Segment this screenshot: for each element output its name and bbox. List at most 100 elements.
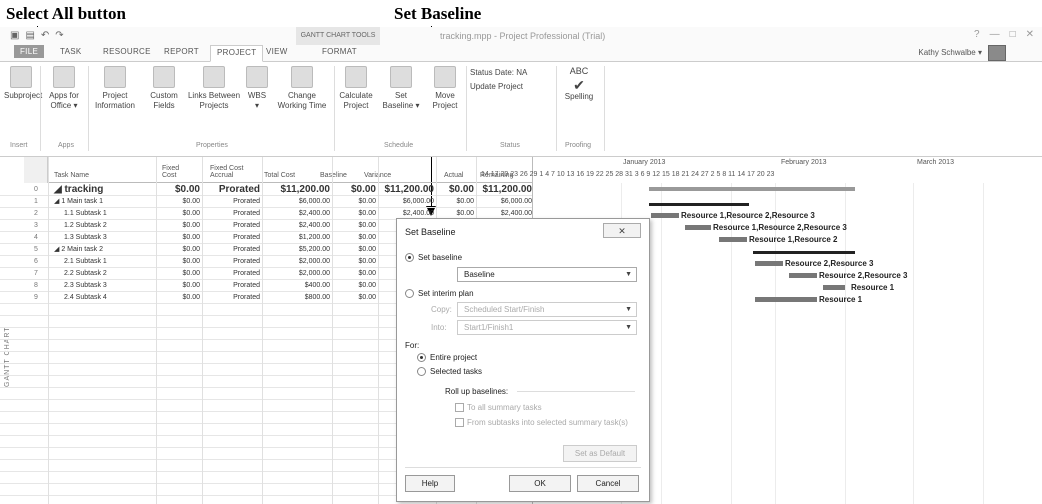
cell-accrual[interactable]: Prorated: [202, 280, 260, 292]
cell-accrual[interactable]: Prorated: [202, 208, 260, 220]
col-fixed-cost[interactable]: Fixed Cost: [162, 165, 192, 179]
custom-fields-button[interactable]: Custom Fields: [146, 66, 182, 111]
task-bar-2-3[interactable]: [823, 285, 845, 290]
col-actual[interactable]: Actual: [444, 172, 463, 179]
task-bar-1-1[interactable]: [651, 213, 679, 218]
summary-bar-main-task-1[interactable]: [649, 203, 749, 206]
restore-icon[interactable]: □: [1010, 29, 1016, 40]
entire-project-radio[interactable]: [417, 353, 426, 362]
cell-total[interactable]: $800.00: [262, 292, 330, 304]
save-icon[interactable]: ▤: [25, 30, 34, 41]
cell-fixed[interactable]: $0.00: [156, 232, 200, 244]
close-button[interactable]: ✕: [603, 223, 641, 238]
cell-name[interactable]: 2.2 Subtask 2: [54, 268, 154, 280]
cell-baseline[interactable]: $0.00: [332, 244, 376, 256]
cell-fixed[interactable]: $0.00: [156, 196, 200, 208]
cell-baseline[interactable]: $0.00: [332, 280, 376, 292]
cell-total[interactable]: $1,200.00: [262, 232, 330, 244]
col-baseline[interactable]: Baseline: [320, 172, 347, 179]
cell-baseline[interactable]: $0.00: [332, 184, 376, 196]
cell-total[interactable]: $2,000.00: [262, 268, 330, 280]
col-task-name[interactable]: Task Name: [54, 172, 89, 179]
cell-total[interactable]: $2,400.00: [262, 220, 330, 232]
cell-name[interactable]: 2.3 Subtask 3: [54, 280, 154, 292]
cell-variance[interactable]: $6,000.00: [378, 196, 434, 208]
task-bar-2-1[interactable]: [755, 261, 783, 266]
cell-baseline[interactable]: $0.00: [332, 292, 376, 304]
into-select[interactable]: Start1/Finish1 ▼: [457, 320, 637, 335]
tab-view[interactable]: VIEW: [266, 47, 288, 56]
cell-baseline[interactable]: $0.00: [332, 256, 376, 268]
status-date-button[interactable]: Status Date: NA: [470, 68, 556, 78]
cell-name[interactable]: 1.1 Subtask 1: [54, 208, 154, 220]
row-id[interactable]: 6: [24, 256, 48, 268]
apps-for-office-button[interactable]: Apps for Office ▾: [44, 66, 84, 111]
redo-icon[interactable]: ↷: [55, 30, 63, 41]
undo-icon[interactable]: ↶: [41, 30, 49, 41]
cell-name[interactable]: 2.4 Subtask 4: [54, 292, 154, 304]
tab-format[interactable]: FORMAT: [322, 47, 357, 56]
cell-fixed[interactable]: $0.00: [156, 292, 200, 304]
cell-total[interactable]: $11,200.00: [262, 184, 331, 196]
cell-fixed[interactable]: $0.00: [156, 280, 200, 292]
row-id[interactable]: 7: [24, 268, 48, 280]
task-bar-1-2[interactable]: [685, 225, 711, 230]
set-baseline-radio[interactable]: [405, 253, 414, 262]
cell-accrual[interactable]: Prorated: [202, 184, 260, 196]
tab-resource[interactable]: RESOURCE: [103, 47, 151, 56]
set-interim-plan-radio[interactable]: [405, 289, 414, 298]
project-information-button[interactable]: Project Information: [90, 66, 140, 111]
row-id[interactable]: 1: [24, 196, 48, 208]
row-id[interactable]: 5: [24, 244, 48, 256]
cell-accrual[interactable]: Prorated: [202, 244, 260, 256]
cell-baseline[interactable]: $0.00: [332, 220, 376, 232]
help-button[interactable]: Help: [405, 475, 455, 492]
cell-fixed[interactable]: $0.00: [156, 208, 200, 220]
table-row[interactable]: 1 ◢ 1 Main task 1 $0.00 Prorated $6,000.00 $0…: [0, 196, 532, 208]
cell-variance[interactable]: $11,200.00: [378, 184, 435, 196]
cell-fixed[interactable]: $0.00: [156, 268, 200, 280]
cell-fixed[interactable]: $0.00: [156, 244, 200, 256]
tab-report[interactable]: REPORT: [164, 47, 199, 56]
cell-accrual[interactable]: Prorated: [202, 268, 260, 280]
summary-bar-main-task-2[interactable]: [753, 251, 855, 254]
project-summary-bar[interactable]: [649, 187, 855, 191]
copy-select[interactable]: Scheduled Start/Finish ▼: [457, 302, 637, 317]
help-icon[interactable]: ?: [974, 29, 980, 40]
avatar[interactable]: [988, 45, 1006, 61]
links-between-projects-button[interactable]: Links Between Projects: [186, 66, 242, 111]
tab-file[interactable]: FILE: [14, 45, 45, 58]
change-working-time-button[interactable]: Change Working Time: [274, 66, 330, 111]
task-bar-2-4[interactable]: [755, 297, 817, 302]
cell-fixed[interactable]: $0.00: [156, 256, 200, 268]
calculate-project-button[interactable]: Calculate Project: [336, 66, 376, 111]
ok-button[interactable]: OK: [509, 475, 571, 492]
task-bar-1-3[interactable]: [719, 237, 747, 242]
select-all-button[interactable]: [24, 157, 48, 183]
cell-accrual[interactable]: Prorated: [202, 256, 260, 268]
set-as-default-button[interactable]: Set as Default: [563, 445, 637, 462]
from-subtasks-checkbox[interactable]: [455, 418, 464, 427]
minimize-icon[interactable]: —: [990, 29, 1000, 40]
close-icon[interactable]: ✕: [1026, 29, 1034, 40]
cell-name[interactable]: ◢ tracking: [54, 184, 154, 196]
cell-total[interactable]: $6,000.00: [262, 196, 330, 208]
wbs-button[interactable]: WBS ▾: [244, 66, 270, 111]
cell-fixed[interactable]: $0.00: [156, 220, 200, 232]
cell-accrual[interactable]: Prorated: [202, 232, 260, 244]
col-fixed-cost-accrual[interactable]: Fixed Cost Accrual: [210, 165, 254, 179]
cell-name[interactable]: 1.2 Subtask 2: [54, 220, 154, 232]
tab-project[interactable]: PROJECT: [210, 45, 264, 62]
baseline-select[interactable]: Baseline ▼: [457, 267, 637, 282]
cell-fixed[interactable]: $0.00: [156, 184, 200, 196]
cancel-button[interactable]: Cancel: [577, 475, 639, 492]
cell-name[interactable]: 1.3 Subtask 3: [54, 232, 154, 244]
cell-name[interactable]: ◢ 2 Main task 2: [54, 244, 154, 256]
row-id[interactable]: 0: [24, 184, 48, 196]
cell-name[interactable]: ◢ 1 Main task 1: [54, 196, 154, 208]
cell-baseline[interactable]: $0.00: [332, 232, 376, 244]
to-all-summary-checkbox[interactable]: [455, 403, 464, 412]
task-bar-2-2[interactable]: [789, 273, 817, 278]
row-id[interactable]: 4: [24, 232, 48, 244]
subproject-button[interactable]: Subproject: [4, 66, 42, 101]
